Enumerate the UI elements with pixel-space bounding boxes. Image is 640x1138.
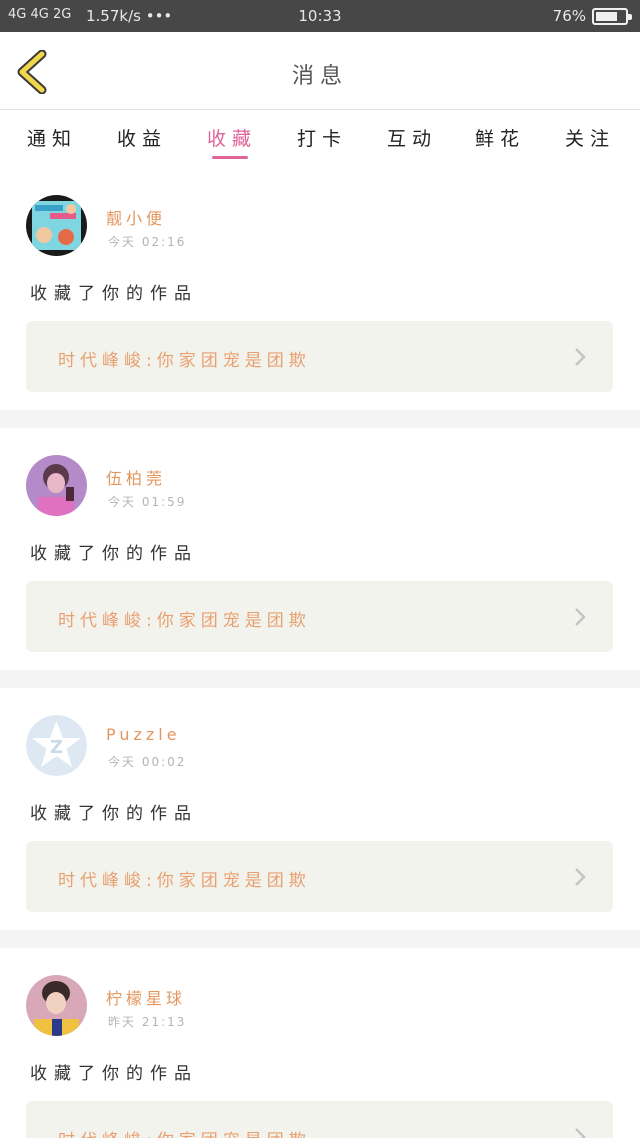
username[interactable]: 伍柏莞 bbox=[106, 465, 166, 489]
work-link[interactable]: 时代峰峻:你家团宠是团欺 bbox=[26, 581, 613, 652]
active-tab-indicator bbox=[212, 156, 248, 159]
timestamp: 昨天 21:13 bbox=[108, 1015, 187, 1029]
avatar[interactable] bbox=[26, 975, 87, 1036]
avatar[interactable]: Z bbox=[26, 715, 87, 776]
divider bbox=[0, 930, 640, 948]
action-text: 收藏了你的作品 bbox=[30, 1064, 198, 1084]
tab-follows[interactable]: 关注 bbox=[550, 124, 630, 151]
battery-icon bbox=[592, 8, 632, 25]
tab-earnings[interactable]: 收益 bbox=[102, 124, 182, 151]
message-item: 柠檬星球 昨天 21:13 收藏了你的作品 时代峰峻:你家团宠是团欺 bbox=[0, 951, 640, 1138]
tab-notifications[interactable]: 通知 bbox=[12, 124, 92, 151]
photo-avatar-image bbox=[26, 975, 87, 1036]
username[interactable]: 柠檬星球 bbox=[106, 985, 186, 1009]
timestamp: 今天 02:16 bbox=[108, 235, 187, 249]
tab-flowers[interactable]: 鲜花 bbox=[460, 124, 540, 151]
username[interactable]: 靓小便 bbox=[106, 205, 166, 229]
tab-interactions[interactable]: 互动 bbox=[372, 124, 452, 151]
message-item: Z Puzzle 今天 00:02 收藏了你的作品 时代峰峻:你家团宠是团欺 bbox=[0, 691, 640, 933]
chevron-right-icon bbox=[575, 608, 586, 626]
work-title: 时代峰峻:你家团宠是团欺 bbox=[58, 871, 311, 891]
message-item: 伍柏莞 今天 01:59 收藏了你的作品 时代峰峻:你家团宠是团欺 bbox=[0, 431, 640, 673]
work-link[interactable]: 时代峰峻:你家团宠是团欺 bbox=[26, 321, 613, 392]
cartoon-avatar-image bbox=[26, 195, 87, 256]
svg-text:Z: Z bbox=[50, 737, 63, 758]
status-time: 10:33 bbox=[298, 7, 342, 25]
work-link[interactable]: 时代峰峻:你家团宠是团欺 bbox=[26, 841, 613, 912]
chevron-right-icon bbox=[575, 348, 586, 366]
action-text: 收藏了你的作品 bbox=[30, 284, 198, 304]
tab-favorites[interactable]: 收藏 bbox=[192, 124, 272, 151]
avatar[interactable] bbox=[26, 455, 87, 516]
action-text: 收藏了你的作品 bbox=[30, 544, 198, 564]
nav-bar: 消息 bbox=[0, 32, 640, 110]
work-title: 时代峰峻:你家团宠是团欺 bbox=[58, 1126, 311, 1138]
purple-photo-avatar-image bbox=[26, 455, 87, 516]
timestamp: 今天 00:02 bbox=[108, 755, 187, 769]
work-title: 时代峰峻:你家团宠是团欺 bbox=[58, 611, 311, 631]
divider bbox=[0, 670, 640, 688]
chevron-right-icon bbox=[575, 1128, 586, 1138]
tab-checkin[interactable]: 打卡 bbox=[282, 124, 362, 151]
default-star-avatar-image: Z bbox=[26, 715, 87, 776]
username[interactable]: Puzzle bbox=[106, 725, 181, 744]
status-bar: 4G 4G 2G 1.57k/s ••• 10:33 76% bbox=[0, 0, 640, 32]
timestamp: 今天 01:59 bbox=[108, 495, 187, 509]
work-link[interactable]: 时代峰峻:你家团宠是团欺 bbox=[26, 1101, 613, 1138]
avatar[interactable] bbox=[26, 195, 87, 256]
battery-percent: 76% bbox=[552, 7, 586, 25]
action-text: 收藏了你的作品 bbox=[30, 804, 198, 824]
chevron-right-icon bbox=[575, 868, 586, 886]
battery-fill bbox=[596, 12, 618, 21]
tab-bar: 通知 收益 收藏 打卡 互动 鲜花 关注 bbox=[0, 111, 640, 171]
work-title: 时代峰峻:你家团宠是团欺 bbox=[58, 351, 311, 371]
page-title: 消息 bbox=[291, 64, 348, 89]
message-item: 靓小便 今天 02:16 收藏了你的作品 时代峰峻:你家团宠是团欺 bbox=[0, 171, 640, 413]
divider bbox=[0, 410, 640, 428]
